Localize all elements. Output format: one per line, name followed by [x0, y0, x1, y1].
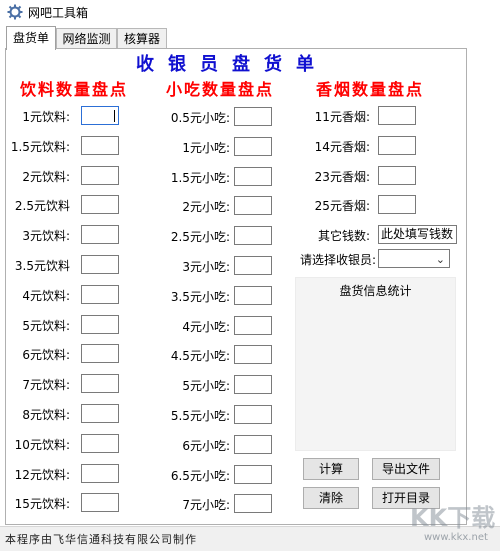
app-gear-icon	[7, 4, 23, 20]
snack-label: 1.5元小吃:	[170, 170, 230, 185]
snack-count-input[interactable]	[234, 107, 272, 126]
drink-count-input[interactable]	[81, 493, 119, 513]
cigarette-count-input[interactable]	[378, 165, 416, 185]
cigarettes-section-title: 香烟数量盘点	[316, 80, 425, 99]
watermark-logo-text: KK下载	[410, 504, 496, 532]
snack-label: 0.5元小吃:	[170, 111, 230, 125]
drink-label: 15元饮料:	[14, 497, 70, 512]
snack-label: 1元小吃:	[182, 140, 230, 155]
other-money-label: 其它钱数:	[317, 229, 370, 243]
drink-count-input[interactable]	[81, 225, 119, 245]
clear-button[interactable]: 清除	[303, 487, 359, 509]
text-caret	[114, 110, 115, 122]
stats-title: 盘货信息统计	[339, 284, 412, 298]
tab-network-monitor[interactable]: 网络监测	[56, 28, 117, 49]
title-bar: 网吧工具箱	[0, 0, 500, 26]
drink-count-input[interactable]	[81, 195, 119, 215]
watermark: KK下载 www.kkx.net	[378, 494, 496, 550]
cigarette-count-input[interactable]	[378, 195, 416, 215]
snack-label: 5.5元小吃:	[170, 409, 230, 423]
drink-label: 5元饮料:	[22, 318, 70, 333]
drink-label: 3.5元饮料	[14, 259, 70, 273]
drink-label: 4元饮料:	[22, 288, 70, 303]
drink-label: 10元饮料:	[14, 437, 70, 452]
snacks-section-title: 小吃数量盘点	[166, 80, 275, 99]
page-title: 收银员盘货单	[136, 54, 328, 75]
drink-count-input[interactable]	[81, 106, 119, 125]
cigarette-label: 11元香烟:	[314, 110, 370, 124]
cashier-select[interactable]: ⌄	[378, 249, 450, 268]
snack-label: 3元小吃:	[182, 260, 230, 274]
snack-label: 4.5元小吃:	[170, 349, 230, 364]
drink-label: 2元饮料:	[22, 169, 70, 184]
drink-count-input[interactable]	[81, 404, 119, 423]
drink-label: 1.5元饮料:	[10, 139, 70, 154]
snack-count-input[interactable]	[234, 434, 272, 454]
snack-count-input[interactable]	[234, 494, 272, 514]
tab-inventory[interactable]: 盘货单	[6, 26, 56, 50]
snack-count-input[interactable]	[234, 405, 272, 424]
drink-label: 3元饮料:	[22, 229, 70, 244]
snack-label: 7元小吃:	[182, 498, 230, 513]
snack-label: 6.5元小吃:	[170, 468, 230, 483]
drink-count-input[interactable]	[81, 255, 119, 274]
drink-label: 8元饮料:	[22, 408, 70, 422]
drink-label: 6元饮料:	[22, 348, 70, 363]
snack-label: 4元小吃:	[182, 319, 230, 334]
chevron-down-icon: ⌄	[435, 253, 445, 266]
calculate-button[interactable]: 计算	[303, 458, 359, 480]
drink-count-input[interactable]	[81, 433, 119, 453]
snack-count-input[interactable]	[234, 166, 272, 186]
snack-count-input[interactable]	[234, 345, 272, 365]
snack-count-input[interactable]	[234, 315, 272, 335]
drink-count-input[interactable]	[81, 314, 119, 334]
cigarette-label: 23元香烟:	[314, 169, 370, 184]
snack-count-input[interactable]	[234, 285, 272, 305]
snack-count-input[interactable]	[234, 464, 272, 484]
snack-label: 6元小吃:	[182, 438, 230, 453]
snack-label: 3.5元小吃:	[170, 289, 230, 304]
cigarette-label: 14元香烟:	[314, 139, 370, 154]
drink-label: 12元饮料:	[14, 467, 70, 482]
stats-panel: 盘货信息统计	[295, 277, 456, 451]
drink-label: 7元饮料:	[22, 378, 70, 393]
drink-count-input[interactable]	[81, 374, 119, 394]
snack-count-input[interactable]	[234, 375, 272, 395]
drink-count-input[interactable]	[81, 284, 119, 304]
drink-count-input[interactable]	[81, 165, 119, 185]
drink-label: 1元饮料:	[22, 110, 70, 124]
drink-count-input[interactable]	[81, 463, 119, 483]
snack-count-input[interactable]	[234, 196, 272, 216]
window-title: 网吧工具箱	[28, 6, 89, 20]
snack-label: 2.5元小吃:	[170, 230, 230, 245]
snack-label: 5元小吃:	[182, 379, 230, 394]
drink-label: 2.5元饮料	[14, 199, 70, 214]
export-file-button[interactable]: 导出文件	[372, 458, 440, 480]
drink-count-input[interactable]	[81, 344, 119, 364]
cashier-label: 请选择收银员:	[299, 253, 376, 267]
drink-count-input[interactable]	[81, 135, 119, 155]
status-text: 本程序由飞华信通科技有限公司制作	[5, 533, 197, 546]
other-money-field[interactable]: 此处填写钱数	[378, 225, 457, 244]
cigarette-count-input[interactable]	[378, 135, 416, 155]
snack-label: 2元小吃:	[182, 200, 230, 215]
snack-count-input[interactable]	[234, 256, 272, 275]
snack-count-input[interactable]	[234, 136, 272, 156]
drinks-section-title: 饮料数量盘点	[20, 80, 129, 99]
watermark-url: www.kkx.net	[424, 532, 488, 543]
tab-calculator[interactable]: 核算器	[117, 28, 167, 49]
cigarette-label: 25元香烟:	[314, 199, 370, 214]
snack-count-input[interactable]	[234, 226, 272, 246]
cigarette-count-input[interactable]	[378, 106, 416, 125]
